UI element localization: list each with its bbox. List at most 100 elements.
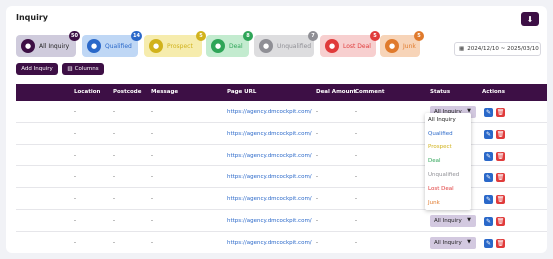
cell-page-url[interactable]: https://agency.dmcockpit.com/: [227, 153, 312, 159]
status-select-value: All Inquiry: [434, 239, 462, 246]
status-option[interactable]: Deal: [425, 154, 471, 168]
trash-icon: 🗑: [496, 239, 505, 247]
cell-page-url[interactable]: https://agency.dmcockpit.com/: [227, 218, 312, 224]
cell-postcode: -: [113, 196, 115, 203]
delete-button[interactable]: 🗑: [496, 151, 505, 161]
filter-count-badge: 7: [308, 31, 318, 41]
trash-icon: 🗑: [496, 217, 505, 225]
col-status[interactable]: Status: [430, 89, 450, 95]
trash-icon: ●: [385, 39, 399, 53]
pencil-icon: ✎: [485, 152, 492, 160]
cell-comment: -: [355, 152, 357, 159]
cell-location: -: [74, 196, 76, 203]
cell-postcode: -: [113, 174, 115, 181]
delete-button[interactable]: 🗑: [496, 216, 505, 226]
edit-button[interactable]: ✎: [484, 173, 493, 183]
filter-chip[interactable]: ● Prospect 5: [144, 31, 206, 57]
cell-postcode: -: [113, 130, 115, 137]
trash-icon: 🗑: [496, 109, 505, 116]
status-option[interactable]: Lost Deal: [425, 182, 471, 196]
pencil-icon: ✎: [485, 217, 492, 225]
cell-comment: -: [355, 130, 357, 137]
filter-chip[interactable]: ● Qualified 14: [82, 31, 142, 57]
table-row: - - - https://agency.dmcockpit.com/- - All In…: [16, 210, 547, 232]
cell-message: -: [151, 174, 153, 181]
delete-button[interactable]: 🗑: [496, 238, 505, 248]
cell-deal-amount: -: [316, 174, 318, 181]
cell-location: -: [74, 152, 76, 159]
edit-button[interactable]: ✎: [484, 129, 493, 139]
status-option[interactable]: Junk: [425, 196, 471, 210]
filter-chip-label: All Inquiry: [39, 42, 70, 50]
columns-button[interactable]: ▥ Columns: [62, 63, 104, 75]
trash-icon: 🗑: [496, 196, 505, 204]
cell-location: -: [74, 109, 76, 115]
col-message[interactable]: Message: [151, 89, 178, 95]
page-title: Inquiry: [16, 13, 48, 22]
cell-postcode: -: [113, 109, 115, 115]
col-page-url[interactable]: Page URL: [227, 89, 256, 95]
cell-location: -: [74, 174, 76, 181]
columns-label: Columns: [74, 66, 99, 72]
status-select-value: All Inquiry: [434, 217, 462, 224]
filter-chip-label: Lost Deal: [343, 42, 371, 50]
filter-chip[interactable]: ● All Inquiry 50: [16, 31, 80, 57]
filter-chip[interactable]: ● Lost Deal 5: [320, 31, 380, 57]
filter-chip[interactable]: ● Junk 5: [380, 31, 424, 57]
status-option[interactable]: All Inquiry: [425, 113, 471, 127]
cell-comment: -: [355, 217, 357, 224]
cell-page-url[interactable]: https://agency.dmcockpit.com/: [227, 240, 312, 246]
edit-button[interactable]: ✎: [484, 216, 493, 226]
status-option[interactable]: Prospect: [425, 141, 471, 155]
pencil-icon: ✎: [485, 239, 492, 247]
edit-button[interactable]: ✎: [484, 238, 493, 248]
col-postcode[interactable]: Postcode: [113, 89, 141, 95]
delete-button[interactable]: 🗑: [496, 129, 505, 139]
calendar-icon: ▦: [459, 46, 465, 52]
col-actions: Actions: [482, 89, 505, 95]
edit-button[interactable]: ✎: [484, 108, 493, 117]
cell-deal-amount: -: [316, 239, 318, 246]
filter-count-badge: 5: [370, 31, 380, 41]
cell-page-url[interactable]: https://agency.dmcockpit.com/: [227, 131, 312, 137]
filter-count-badge: 5: [196, 31, 206, 41]
status-select[interactable]: All Inquiry ▼: [430, 214, 476, 227]
delete-button[interactable]: 🗑: [496, 108, 505, 117]
cell-page-url[interactable]: https://agency.dmcockpit.com/: [227, 109, 312, 115]
delete-button[interactable]: 🗑: [496, 173, 505, 183]
thumbs-down-icon: ●: [259, 39, 273, 53]
pencil-icon: ✎: [485, 109, 492, 116]
download-button[interactable]: ⬇: [521, 12, 539, 26]
edit-button[interactable]: ✎: [484, 195, 493, 205]
cell-comment: -: [355, 239, 357, 246]
filter-count-badge: 14: [131, 31, 142, 41]
table-row: - - - https://agency.dmcockpit.com/- - All In…: [16, 232, 547, 253]
handshake-icon: ●: [211, 39, 225, 53]
cell-deal-amount: -: [316, 130, 318, 137]
edit-button[interactable]: ✎: [484, 151, 493, 161]
filter-chip-label: Junk: [403, 42, 416, 50]
cell-page-url[interactable]: https://agency.dmcockpit.com/: [227, 196, 312, 202]
cell-deal-amount: -: [316, 152, 318, 159]
add-inquiry-button[interactable]: Add Inquiry: [16, 63, 58, 75]
filter-chip[interactable]: ● Deal 8: [206, 31, 253, 57]
status-option[interactable]: Unqualified: [425, 168, 471, 182]
col-location[interactable]: Location: [74, 89, 100, 95]
status-select[interactable]: All Inquiry ▼: [430, 236, 476, 249]
cell-postcode: -: [113, 217, 115, 224]
col-deal-amount[interactable]: Deal Amount: [316, 89, 356, 95]
cell-location: -: [74, 130, 76, 137]
cell-page-url[interactable]: https://agency.dmcockpit.com/: [227, 174, 312, 180]
cell-location: -: [74, 217, 76, 224]
col-comment[interactable]: Comment: [355, 89, 385, 95]
filter-chip-label: Qualified: [105, 42, 132, 50]
delete-button[interactable]: 🗑: [496, 195, 505, 205]
date-range-picker[interactable]: ▦ 2024/12/10 ~ 2025/03/10: [454, 42, 541, 56]
status-option[interactable]: Qualified: [425, 127, 471, 141]
cell-comment: -: [355, 109, 357, 115]
cell-message: -: [151, 109, 153, 115]
filter-chip[interactable]: ● Unqualified 7: [254, 31, 318, 57]
cell-message: -: [151, 217, 153, 224]
cell-message: -: [151, 239, 153, 246]
date-range-text: 2024/12/10 ~ 2025/03/10: [467, 46, 539, 52]
